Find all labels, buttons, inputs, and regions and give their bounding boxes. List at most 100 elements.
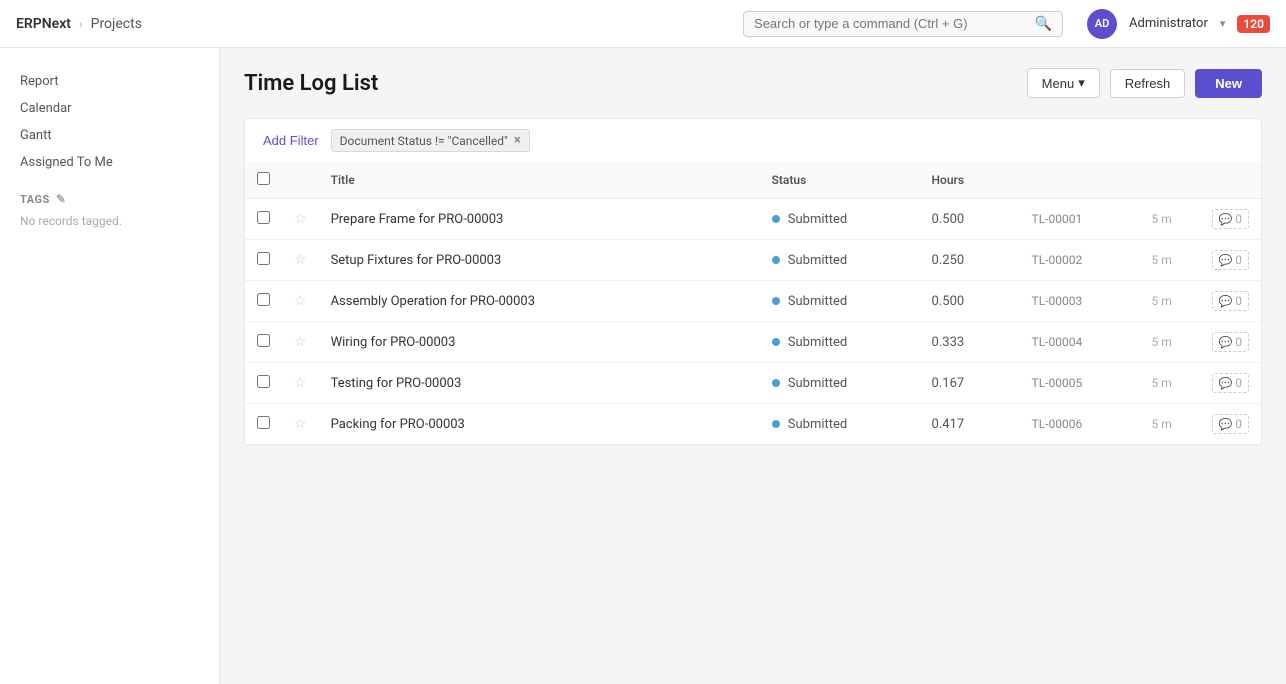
row-star-cell: ☆ — [282, 363, 319, 404]
sidebar-item-report[interactable]: Report — [0, 68, 219, 95]
search-input[interactable] — [754, 16, 1029, 31]
row-checkbox-cell — [245, 240, 282, 281]
row-status: Submitted — [760, 363, 920, 404]
row-title[interactable]: Packing for PRO-00003 — [319, 404, 760, 445]
star-icon[interactable]: ☆ — [294, 375, 307, 391]
row-checkbox[interactable] — [257, 334, 270, 347]
th-time — [1140, 162, 1200, 199]
row-comments-cell: 💬 0 — [1200, 363, 1261, 404]
comments-count: 0 — [1235, 253, 1242, 267]
comment-icon: 💬 — [1219, 295, 1233, 308]
row-id[interactable]: TL-00003 — [1020, 281, 1140, 322]
th-hours[interactable]: Hours — [920, 162, 1020, 199]
comment-icon: 💬 — [1219, 336, 1233, 349]
comments-count: 0 — [1235, 335, 1242, 349]
row-checkbox[interactable] — [257, 211, 270, 224]
row-hours: 0.167 — [920, 363, 1020, 404]
comments-button[interactable]: 💬 0 — [1212, 332, 1249, 352]
status-label: Submitted — [788, 417, 847, 432]
filter-tag-text: Document Status != "Cancelled" — [340, 134, 508, 148]
status-label: Submitted — [788, 294, 847, 309]
comments-button[interactable]: 💬 0 — [1212, 373, 1249, 393]
table-body: ☆ Prepare Frame for PRO-00003 Submitted … — [245, 199, 1261, 445]
row-title[interactable]: Wiring for PRO-00003 — [319, 322, 760, 363]
sidebar-item-assigned-to-me[interactable]: Assigned To Me — [0, 149, 219, 176]
star-icon[interactable]: ☆ — [294, 334, 307, 350]
comment-icon: 💬 — [1219, 418, 1233, 431]
menu-caret-icon: ▾ — [1078, 75, 1085, 91]
tags-empty-text: No records tagged. — [0, 210, 219, 232]
row-id[interactable]: TL-00002 — [1020, 240, 1140, 281]
sidebar-item-calendar[interactable]: Calendar — [0, 95, 219, 122]
row-star-cell: ☆ — [282, 404, 319, 445]
row-checkbox-cell — [245, 322, 282, 363]
star-icon[interactable]: ☆ — [294, 211, 307, 227]
status-label: Submitted — [788, 253, 847, 268]
comment-icon: 💬 — [1219, 377, 1233, 390]
admin-caret-icon: ▾ — [1220, 17, 1226, 30]
row-title[interactable]: Setup Fixtures for PRO-00003 — [319, 240, 760, 281]
active-filter-tag: Document Status != "Cancelled" × — [331, 129, 530, 152]
row-id[interactable]: TL-00004 — [1020, 322, 1140, 363]
comments-button[interactable]: 💬 0 — [1212, 414, 1249, 434]
table-row: ☆ Wiring for PRO-00003 Submitted 0.333 T… — [245, 322, 1261, 363]
row-hours: 0.500 — [920, 199, 1020, 240]
comments-count: 0 — [1235, 376, 1242, 390]
table-header-row: Title Status Hours — [245, 162, 1261, 199]
status-dot — [772, 215, 780, 223]
row-title[interactable]: Prepare Frame for PRO-00003 — [319, 199, 760, 240]
row-checkbox[interactable] — [257, 375, 270, 388]
navbar-breadcrumb[interactable]: Projects — [91, 16, 142, 32]
status-label: Submitted — [788, 335, 847, 350]
star-icon[interactable]: ☆ — [294, 252, 307, 268]
table-row: ☆ Setup Fixtures for PRO-00003 Submitted… — [245, 240, 1261, 281]
tags-edit-icon[interactable]: ✎ — [56, 192, 67, 206]
star-icon[interactable]: ☆ — [294, 293, 307, 309]
row-star-cell: ☆ — [282, 240, 319, 281]
row-title[interactable]: Assembly Operation for PRO-00003 — [319, 281, 760, 322]
comments-button[interactable]: 💬 0 — [1212, 209, 1249, 229]
th-star — [282, 162, 319, 199]
row-hours: 0.333 — [920, 322, 1020, 363]
star-icon[interactable]: ☆ — [294, 416, 307, 432]
comment-icon: 💬 — [1219, 213, 1233, 226]
sidebar: Report Calendar Gantt Assigned To Me TAG… — [0, 48, 220, 684]
row-checkbox[interactable] — [257, 293, 270, 306]
status-label: Submitted — [788, 376, 847, 391]
th-comments — [1200, 162, 1261, 199]
row-checkbox[interactable] — [257, 416, 270, 429]
row-checkbox[interactable] — [257, 252, 270, 265]
row-time-ago: 5 m — [1140, 363, 1200, 404]
admin-label[interactable]: Administrator — [1129, 16, 1208, 31]
row-checkbox-cell — [245, 404, 282, 445]
row-id[interactable]: TL-00005 — [1020, 363, 1140, 404]
th-status[interactable]: Status — [760, 162, 920, 199]
row-title[interactable]: Testing for PRO-00003 — [319, 363, 760, 404]
row-checkbox-cell — [245, 281, 282, 322]
main-content: Time Log List Menu ▾ Refresh New Add Fil… — [220, 48, 1286, 684]
sidebar-item-gantt[interactable]: Gantt — [0, 122, 219, 149]
select-all-checkbox[interactable] — [257, 172, 270, 185]
navbar-brand[interactable]: ERPNext — [16, 16, 71, 32]
th-title[interactable]: Title — [319, 162, 760, 199]
row-comments-cell: 💬 0 — [1200, 322, 1261, 363]
comments-button[interactable]: 💬 0 — [1212, 250, 1249, 270]
row-star-cell: ☆ — [282, 199, 319, 240]
filter-close-icon[interactable]: × — [514, 133, 521, 148]
page-wrapper: Report Calendar Gantt Assigned To Me TAG… — [0, 48, 1286, 684]
new-button[interactable]: New — [1195, 69, 1262, 98]
search-icon: 🔍 — [1035, 16, 1052, 32]
row-id[interactable]: TL-00001 — [1020, 199, 1140, 240]
comments-button[interactable]: 💬 0 — [1212, 291, 1249, 311]
row-hours: 0.417 — [920, 404, 1020, 445]
table-row: ☆ Prepare Frame for PRO-00003 Submitted … — [245, 199, 1261, 240]
add-filter-button[interactable]: Add Filter — [259, 131, 323, 150]
row-status: Submitted — [760, 240, 920, 281]
refresh-button[interactable]: Refresh — [1110, 69, 1186, 98]
menu-button[interactable]: Menu ▾ — [1027, 68, 1100, 98]
table-row: ☆ Packing for PRO-00003 Submitted 0.417 … — [245, 404, 1261, 445]
avatar: AD — [1087, 9, 1117, 39]
notification-badge[interactable]: 120 — [1237, 15, 1270, 33]
row-id[interactable]: TL-00006 — [1020, 404, 1140, 445]
comments-count: 0 — [1235, 294, 1242, 308]
